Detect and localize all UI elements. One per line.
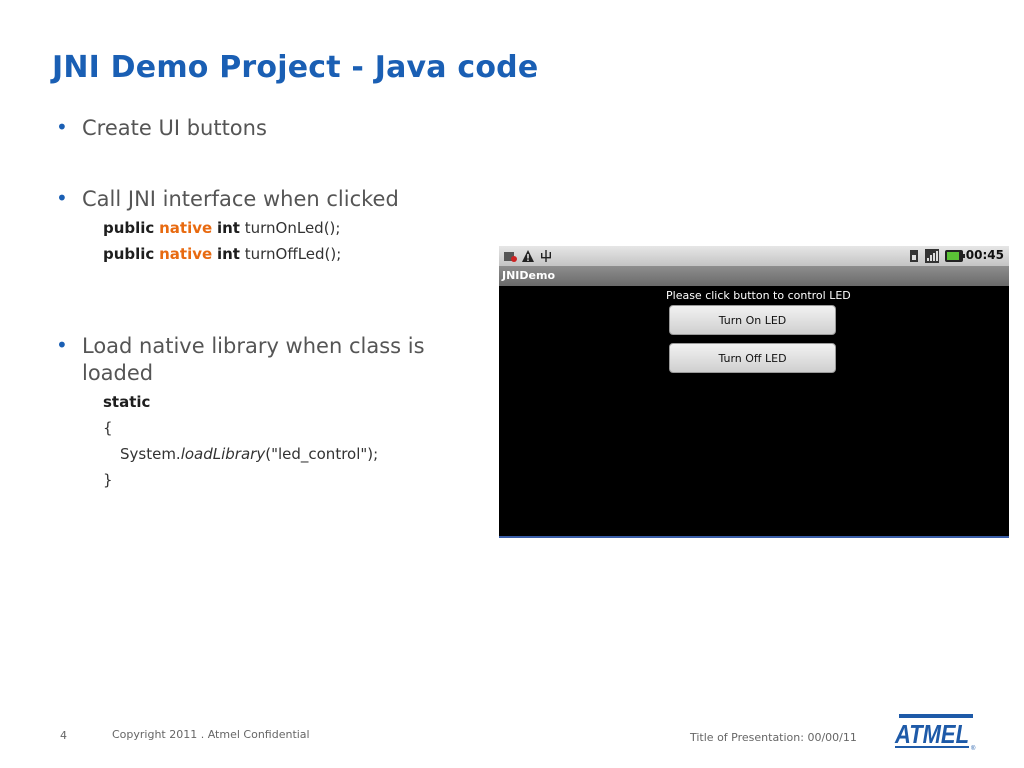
bullet-dot: •	[56, 115, 68, 139]
app-title: JNIDemo	[502, 269, 556, 282]
slide-title: JNI Demo Project - Java code	[52, 50, 539, 85]
bullet-dot: •	[56, 333, 68, 357]
code-call-prefix: System.	[120, 445, 181, 463]
bullet-text: Call JNI interface when clicked	[82, 187, 399, 211]
atmel-logo: ATMEL ®	[894, 714, 976, 751]
warning-icon	[522, 250, 534, 262]
keyword-native: native	[159, 245, 213, 263]
code-static: static	[103, 393, 150, 411]
code-close-brace: }	[103, 471, 113, 489]
bullet-call-jni: • Call JNI interface when clicked	[56, 186, 399, 213]
bullet-create-ui: • Create UI buttons	[56, 115, 267, 142]
page-number: 4	[60, 729, 67, 742]
keyword-int: int	[216, 219, 240, 237]
battery-icon	[945, 250, 965, 262]
code-call-args: ("led_control");	[265, 445, 379, 463]
bullet-dot: •	[56, 186, 68, 210]
sim-icon	[910, 250, 918, 262]
copyright-text: Copyright 2011 . Atmel Confidential	[112, 728, 310, 741]
bullet-text: Load native library when class is loaded	[82, 334, 425, 385]
keyword-public: public	[103, 245, 155, 263]
code-line-turn-off: public native int turnOffLed();	[103, 245, 341, 263]
keyword-public: public	[103, 219, 155, 237]
prompt-text: Please click button to control LED	[666, 289, 851, 302]
screen-bottom-border	[499, 536, 1009, 538]
bullet-text: Create UI buttons	[82, 116, 267, 140]
code-open-brace: {	[103, 419, 113, 437]
sd-card-icon	[504, 252, 517, 262]
android-screenshot: 00:45 JNIDemo Please click button to con…	[499, 246, 1009, 538]
keyword-native: native	[159, 219, 213, 237]
logo-text: ATMEL	[894, 719, 969, 749]
code-line-turn-on: public native int turnOnLed();	[103, 219, 340, 237]
keyword-int: int	[216, 245, 240, 263]
turn-on-led-button[interactable]: Turn On LED	[669, 305, 836, 335]
turn-off-led-button[interactable]: Turn Off LED	[669, 343, 836, 373]
usb-icon	[541, 250, 551, 262]
method-signature: turnOnLed();	[244, 219, 341, 237]
bullet-load-library: • Load native library when class is load…	[56, 333, 476, 387]
code-call-method: loadLibrary	[180, 445, 266, 463]
keyword-static: static	[103, 393, 151, 411]
status-clock: 00:45	[965, 248, 1004, 262]
method-signature: turnOffLed();	[244, 245, 342, 263]
code-load-library: System.loadLibrary("led_control");	[120, 445, 378, 463]
registered-mark: ®	[971, 745, 976, 751]
presentation-title: Title of Presentation: 00/00/11	[690, 731, 857, 744]
signal-icon	[925, 249, 939, 263]
app-title-bar: JNIDemo	[499, 266, 1009, 286]
status-bar: 00:45	[499, 246, 1009, 266]
